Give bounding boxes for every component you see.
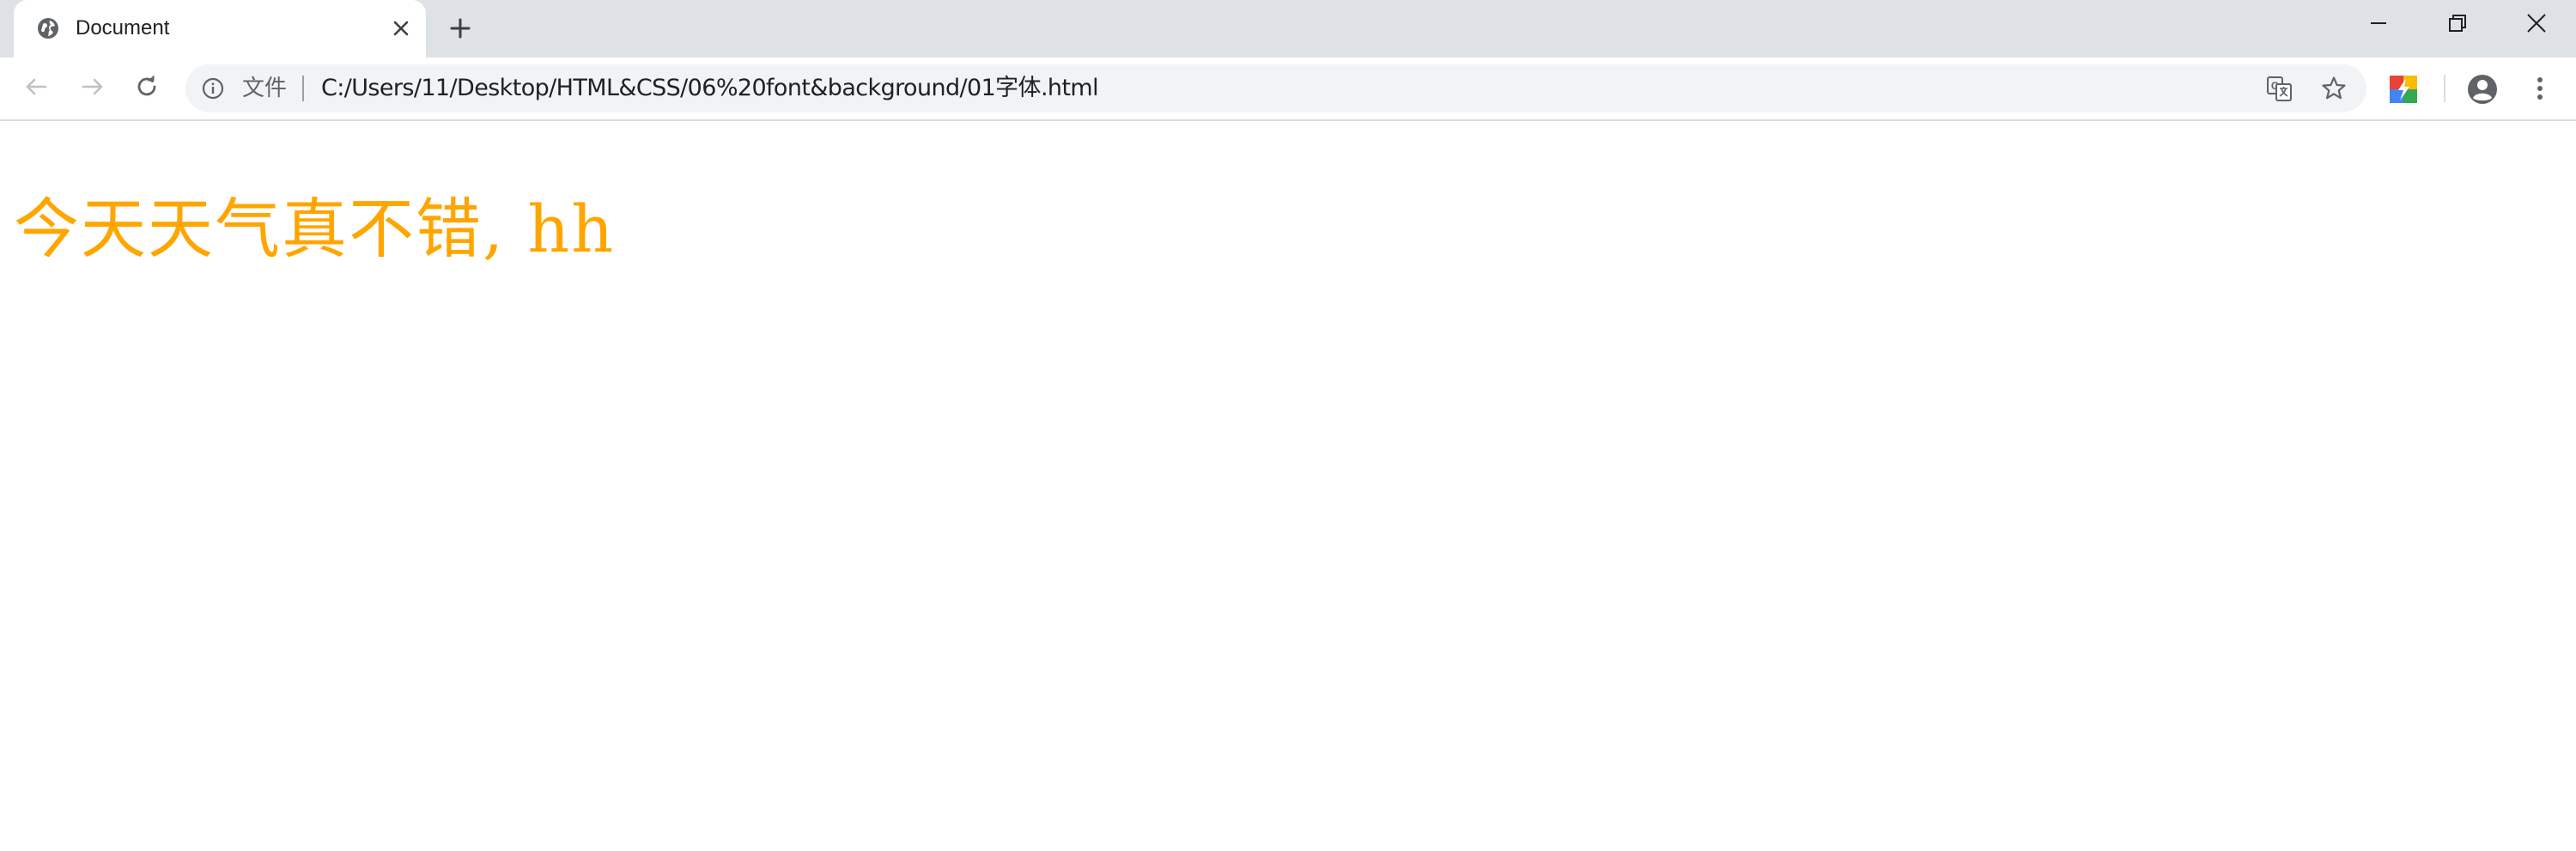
- extension-icon[interactable]: [2389, 75, 2418, 104]
- close-icon: [2526, 13, 2547, 38]
- minimize-icon: [2369, 14, 2388, 37]
- address-bar[interactable]: 文件 C:/Users/11/Desktop/HTML&CSS/06%20fon…: [185, 64, 2366, 112]
- tab-strip: Document: [0, 0, 2576, 58]
- info-icon[interactable]: [201, 76, 225, 100]
- page-text: 今天天气真不错, hh: [14, 191, 616, 267]
- omnibox-divider: [302, 76, 304, 101]
- toolbar: 文件 C:/Users/11/Desktop/HTML&CSS/06%20fon…: [0, 58, 2576, 121]
- toolbar-divider: [2444, 75, 2445, 102]
- star-icon[interactable]: [2320, 75, 2348, 102]
- url-text[interactable]: C:/Users/11/Desktop/HTML&CSS/06%20font&b…: [321, 74, 1099, 103]
- arrow-left-icon: [22, 73, 50, 105]
- page-content: 今天天气真不错, hh: [0, 121, 2576, 851]
- translate-icon[interactable]: G: [2265, 75, 2293, 102]
- browser-window: Document 文件 C:/Users/11/Desktop/HTML&CSS…: [0, 0, 2576, 851]
- reload-button[interactable]: [131, 73, 162, 104]
- restore-icon: [2448, 14, 2467, 37]
- account-icon[interactable]: [2466, 73, 2499, 106]
- plus-icon[interactable]: [447, 15, 474, 42]
- arrow-right-icon: [79, 73, 106, 105]
- window-close-button[interactable]: [2497, 0, 2576, 50]
- forward-button[interactable]: [77, 73, 108, 104]
- reload-icon: [133, 73, 161, 105]
- security-label[interactable]: 文件: [242, 74, 287, 103]
- tab-document[interactable]: Document: [14, 0, 426, 58]
- close-icon[interactable]: [390, 17, 412, 40]
- restore-button[interactable]: [2418, 0, 2497, 50]
- more-vertical-icon[interactable]: [2524, 73, 2555, 104]
- minimize-button[interactable]: [2339, 0, 2418, 50]
- globe-icon: [36, 16, 60, 40]
- tab-title: Document: [76, 16, 170, 40]
- back-button[interactable]: [21, 73, 52, 104]
